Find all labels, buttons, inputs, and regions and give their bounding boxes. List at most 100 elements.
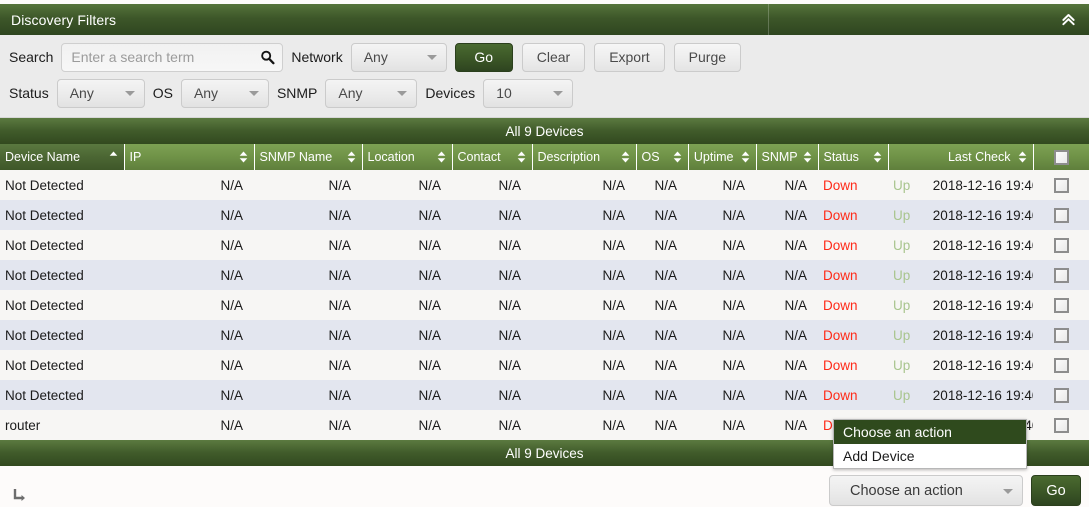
snmp-select[interactable]: Any (325, 79, 417, 108)
cell-os: N/A (636, 410, 688, 440)
network-select[interactable]: Any (351, 43, 447, 72)
status-badge-up: Up (893, 238, 910, 253)
cell-snmp: N/A (756, 260, 818, 290)
cell-os: N/A (636, 290, 688, 320)
row-checkbox[interactable] (1054, 418, 1069, 433)
cell-last-check: Up 2018-12-16 19:40 (888, 170, 1033, 200)
cell-uptime: N/A (688, 170, 756, 200)
search-input[interactable] (61, 43, 283, 72)
status-badge-down: Down (823, 328, 858, 343)
cell-ip: N/A (124, 200, 254, 230)
cell-status: Down (818, 260, 888, 290)
status-badge-up: Up (893, 208, 910, 223)
cell-device-name: Not Detected (0, 350, 124, 380)
go-button[interactable]: Go (455, 43, 513, 72)
column-header-snmp[interactable]: SNMP (756, 144, 818, 170)
column-header-snmp-name[interactable]: SNMP Name (254, 144, 362, 170)
column-header-label: Device Name (5, 150, 80, 164)
cell-description: N/A (532, 320, 636, 350)
cell-row-select[interactable] (1033, 170, 1089, 200)
table-row[interactable]: Not DetectedN/AN/AN/AN/AN/AN/AN/AN/ADown… (0, 350, 1089, 380)
cell-ip: N/A (124, 260, 254, 290)
last-check-value: 2018-12-16 19:40 (933, 298, 1033, 313)
export-button[interactable]: Export (594, 43, 664, 72)
cell-contact: N/A (452, 380, 532, 410)
action-select[interactable]: Choose an action (829, 475, 1023, 506)
table-row[interactable]: Not DetectedN/AN/AN/AN/AN/AN/AN/AN/ADown… (0, 380, 1089, 410)
cell-contact: N/A (452, 170, 532, 200)
cell-snmp: N/A (756, 320, 818, 350)
cell-last-check: Up 2018-12-16 19:40 (888, 260, 1033, 290)
cell-os: N/A (636, 350, 688, 380)
cell-row-select[interactable] (1033, 320, 1089, 350)
cell-os: N/A (636, 380, 688, 410)
cell-device-name: Not Detected (0, 260, 124, 290)
cell-description: N/A (532, 380, 636, 410)
search-field-wrapper (61, 43, 283, 72)
column-header-location[interactable]: Location (362, 144, 452, 170)
column-header-status[interactable]: Status (818, 144, 888, 170)
row-checkbox[interactable] (1054, 298, 1069, 313)
status-select[interactable]: Any (57, 79, 145, 108)
cell-row-select[interactable] (1033, 380, 1089, 410)
cell-row-select[interactable] (1033, 200, 1089, 230)
status-badge-down: Down (823, 298, 858, 313)
cell-os: N/A (636, 170, 688, 200)
row-checkbox[interactable] (1054, 238, 1069, 253)
column-header-select-all[interactable] (1033, 144, 1089, 170)
row-checkbox[interactable] (1054, 358, 1069, 373)
cell-status: Down (818, 380, 888, 410)
sort-both-icon (673, 151, 682, 164)
select-all-checkbox[interactable] (1054, 150, 1069, 165)
table-row[interactable]: Not DetectedN/AN/AN/AN/AN/AN/AN/AN/ADown… (0, 290, 1089, 320)
dropdown-option[interactable]: Choose an action (834, 420, 1026, 444)
row-checkbox[interactable] (1054, 328, 1069, 343)
devices-select[interactable]: 10 (483, 79, 573, 108)
cell-description: N/A (532, 350, 636, 380)
clear-button[interactable]: Clear (522, 43, 585, 72)
column-header-label: Status (824, 150, 859, 164)
cell-row-select[interactable] (1033, 260, 1089, 290)
column-header-ip[interactable]: IP (124, 144, 254, 170)
table-footer-text: All 9 Devices (505, 446, 583, 461)
chevron-down-icon (249, 91, 259, 96)
column-header-label: Description (538, 150, 601, 164)
column-header-os[interactable]: OS (636, 144, 688, 170)
row-checkbox[interactable] (1054, 268, 1069, 283)
column-header-uptime[interactable]: Uptime (688, 144, 756, 170)
status-badge-down: Down (823, 238, 858, 253)
collapse-panel-button[interactable] (1055, 4, 1081, 35)
row-checkbox[interactable] (1054, 388, 1069, 403)
dropdown-option[interactable]: Add Device (834, 444, 1026, 468)
cell-row-select[interactable] (1033, 230, 1089, 260)
network-label: Network (291, 49, 350, 65)
row-checkbox[interactable] (1054, 178, 1069, 193)
column-header-device-name[interactable]: Device Name (0, 144, 124, 170)
cell-device-name: Not Detected (0, 380, 124, 410)
purge-button[interactable]: Purge (674, 43, 741, 72)
cell-row-select[interactable] (1033, 410, 1089, 440)
table-row[interactable]: Not DetectedN/AN/AN/AN/AN/AN/AN/AN/ADown… (0, 230, 1089, 260)
cell-uptime: N/A (688, 410, 756, 440)
column-header-last-check[interactable]: Last Check (888, 144, 1033, 170)
column-header-contact[interactable]: Contact (452, 144, 532, 170)
table-row[interactable]: Not DetectedN/AN/AN/AN/AN/AN/AN/AN/ADown… (0, 260, 1089, 290)
os-select[interactable]: Any (181, 79, 269, 108)
cell-last-check: Up 2018-12-16 19:40 (888, 230, 1033, 260)
cell-ip: N/A (124, 410, 254, 440)
cell-row-select[interactable] (1033, 350, 1089, 380)
action-dropdown-list[interactable]: Choose an actionAdd Device (833, 419, 1027, 469)
sort-both-icon (621, 151, 630, 164)
cell-ip: N/A (124, 320, 254, 350)
cell-contact: N/A (452, 350, 532, 380)
action-go-button[interactable]: Go (1031, 475, 1081, 506)
cell-location: N/A (362, 200, 452, 230)
status-badge-up: Up (893, 328, 910, 343)
column-header-description[interactable]: Description (532, 144, 636, 170)
row-checkbox[interactable] (1054, 208, 1069, 223)
table-row[interactable]: Not DetectedN/AN/AN/AN/AN/AN/AN/AN/ADown… (0, 200, 1089, 230)
cell-location: N/A (362, 380, 452, 410)
cell-row-select[interactable] (1033, 290, 1089, 320)
table-row[interactable]: Not DetectedN/AN/AN/AN/AN/AN/AN/AN/ADown… (0, 170, 1089, 200)
table-row[interactable]: Not DetectedN/AN/AN/AN/AN/AN/AN/AN/ADown… (0, 320, 1089, 350)
